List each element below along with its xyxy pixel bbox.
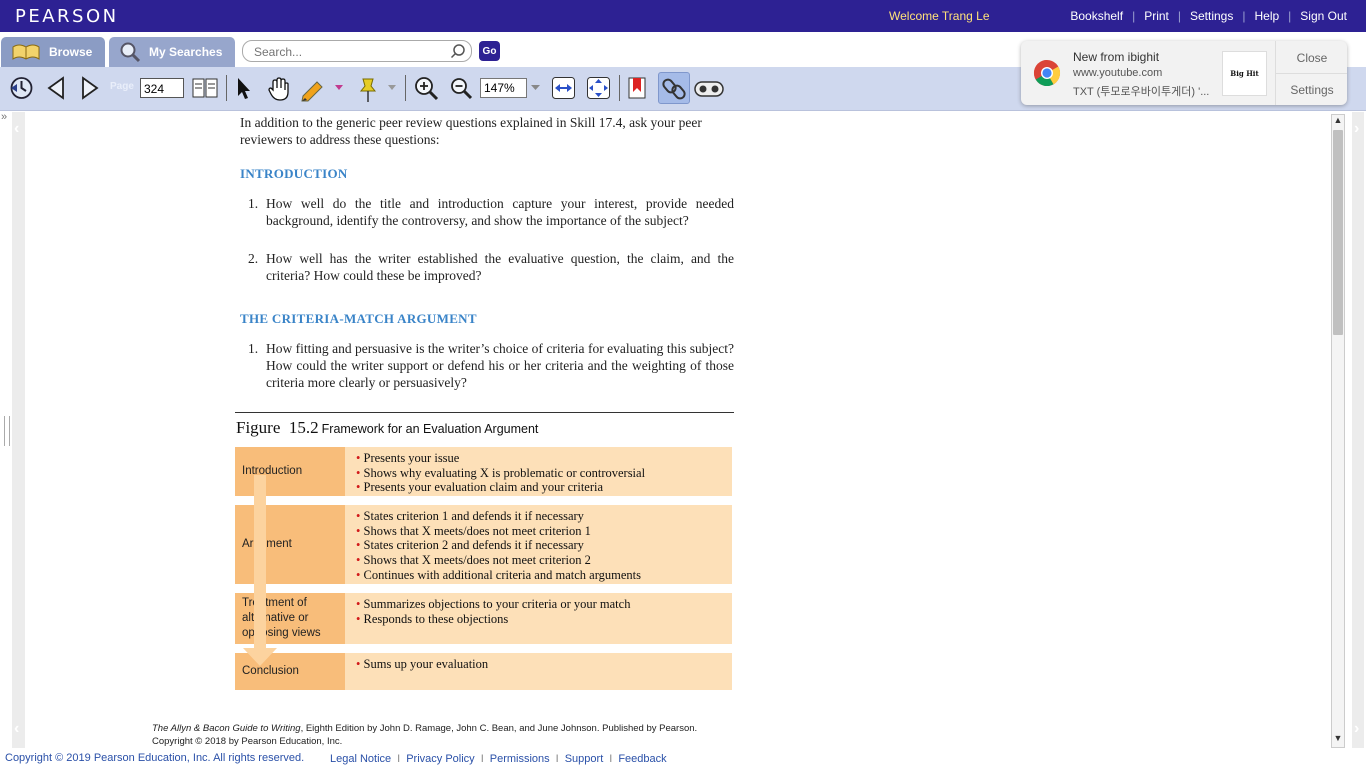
footer: Copyright © 2019 Pearson Education, Inc.… [0,750,1366,768]
figure-row-conclusion: Conclusion Sums up your evaluation [235,653,732,690]
flow-arrow [254,475,266,650]
link-icon[interactable] [662,77,686,101]
vertical-scrollbar[interactable]: ▲ ▼ [1331,114,1345,748]
page-number-input[interactable]: 324 [140,78,184,98]
chevron-left-icon: ‹ [14,120,20,137]
bookmark-icon[interactable] [627,76,647,102]
figure-row-introduction: Introduction Presents your issue Shows w… [235,447,732,496]
welcome-text: Welcome Trang Le [889,9,990,23]
top-bar: PEARSON Welcome Trang Le Bookshelf | Prin… [0,0,1366,32]
fit-page-icon[interactable] [586,76,611,100]
permissions-link[interactable]: Permissions [484,753,556,765]
flow-arrow-head [243,648,277,666]
figure-row-argument: Argument States criterion 1 and defends … [235,505,732,584]
intro-paragraph: In addition to the generic peer review q… [240,115,702,147]
figure-title: Figure 15.2 Framework for an Evaluation A… [236,418,539,437]
figure-rule [235,412,734,413]
book-citation: The Allyn & Bacon Guide to Writing, Eigh… [152,723,698,747]
chrome-logo-icon [1033,59,1061,87]
notification-close-button[interactable]: Close [1277,51,1347,65]
zoom-level-input[interactable]: 147% [480,78,527,98]
help-link[interactable]: Help [1245,9,1288,23]
chevron-right-icon: › [1354,720,1360,737]
note-dropdown-icon[interactable] [388,85,396,91]
zoom-in-icon[interactable] [413,76,439,102]
notification-settings-button[interactable]: Settings [1277,83,1347,97]
two-page-view-icon[interactable] [191,76,219,100]
search-icon[interactable] [450,43,466,59]
feedback-link[interactable]: Feedback [612,753,672,765]
panel-resize-grip[interactable] [4,416,10,446]
zoom-out-icon[interactable] [449,76,475,102]
audio-player-icon[interactable] [694,80,724,98]
list-item: 1. How well do the title and introduction… [248,196,734,228]
next-page-icon[interactable] [79,76,101,100]
pan-hand-icon[interactable] [266,76,292,102]
pushpin-note-icon[interactable] [355,76,381,104]
tab-my-searches[interactable]: My Searches [109,37,235,67]
pearson-logo: PEARSON [15,6,119,27]
heading-criteria-match: THE CRITERIA-MATCH ARGUMENT [240,311,477,326]
notification-message: TXT (투모로우바이투게더) '... [1073,86,1210,98]
print-link[interactable]: Print [1135,9,1178,23]
next-page-rail[interactable]: › › [1352,112,1364,748]
chevron-left-icon: ‹ [14,720,20,737]
highlighter-icon[interactable] [299,76,327,102]
fit-width-icon[interactable] [551,76,576,100]
page-label: Page [110,81,134,92]
zoom-dropdown-icon[interactable] [531,85,540,91]
book-icon [12,44,40,60]
settings-link[interactable]: Settings [1181,9,1242,23]
list-item: 1. How fitting and persuasive is the writ… [248,341,734,390]
notification-thumbnail: Big Hit [1222,51,1267,96]
notification-title: New from ibighit [1073,50,1160,64]
legal-notice-link[interactable]: Legal Notice [324,753,397,765]
chrome-notification: New from ibighit www.youtube.com TXT (투모… [1021,41,1347,105]
magnifier-icon [120,42,141,63]
figure-row-treatment: Treatment of alternative or opposing vie… [235,593,732,644]
privacy-policy-link[interactable]: Privacy Policy [400,753,480,765]
chevron-right-icon: › [1354,120,1360,137]
scroll-down-icon[interactable]: ▼ [1332,733,1344,747]
list-item: 2. How well has the writer established th… [248,251,734,283]
footer-copyright: Copyright © 2019 Pearson Education, Inc.… [5,752,305,764]
history-icon[interactable] [8,76,35,100]
support-link[interactable]: Support [559,753,610,765]
previous-page-rail[interactable]: ‹ ‹ [12,112,25,748]
search-input[interactable] [252,43,446,61]
footer-links: Legal Notice I Privacy Policy I Permission… [324,753,673,765]
sign-out-link[interactable]: Sign Out [1291,9,1356,23]
scroll-up-icon[interactable]: ▲ [1332,115,1344,129]
pointer-icon[interactable] [234,76,254,102]
expand-panel-icon[interactable]: » [1,111,7,123]
tab-browse[interactable]: Browse [1,37,105,67]
bookshelf-link[interactable]: Bookshelf [1061,9,1132,23]
scrollbar-thumb[interactable] [1333,130,1343,335]
tab-browse-label: Browse [49,45,93,59]
go-button[interactable]: Go [479,41,500,61]
tab-my-searches-label: My Searches [149,45,223,59]
search-box [242,40,472,62]
highlighter-dropdown-icon[interactable] [335,85,343,91]
top-links: Bookshelf | Print | Settings | Help | Sign O… [1061,9,1356,23]
heading-introduction: INTRODUCTION [240,166,348,181]
previous-page-icon[interactable] [45,76,67,100]
notification-url: www.youtube.com [1073,67,1163,79]
